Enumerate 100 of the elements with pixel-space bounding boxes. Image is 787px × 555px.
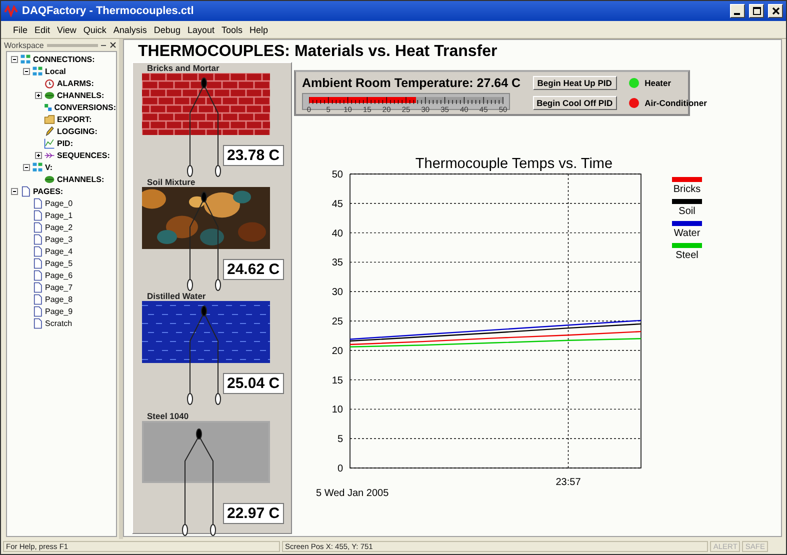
tree-item[interactable]: CONVERSIONS: <box>54 102 116 112</box>
legend-label: Bricks <box>673 184 701 195</box>
page-icon <box>32 246 43 256</box>
tree-item[interactable]: ALARMS: <box>57 78 94 88</box>
tree-item[interactable]: CHANNELS: <box>57 174 104 184</box>
squares-icon <box>44 102 52 112</box>
temperature-readout: 25.04 C <box>223 373 284 394</box>
tree-item[interactable]: LOGGING: <box>57 126 98 136</box>
close-button[interactable] <box>768 4 783 18</box>
menu-item[interactable]: Edit <box>34 24 50 34</box>
menu-item[interactable]: Analysis <box>113 24 147 34</box>
tree-item[interactable]: Page_4 <box>45 246 73 256</box>
close-icon[interactable] <box>110 42 116 48</box>
material-label: Bricks and Mortar <box>147 64 220 73</box>
legend-swatch <box>672 177 702 182</box>
maximize-icon <box>752 7 760 15</box>
ambient-temperature-label: Ambient Room Temperature: 27.64 C <box>302 76 521 90</box>
window-title: DAQFactory - Thermocouples.ctl <box>22 5 195 17</box>
tree-item[interactable]: Local <box>45 66 66 76</box>
tree-item[interactable]: CONNECTIONS: <box>33 54 95 64</box>
axis-tick-label: 40 <box>332 228 343 240</box>
legend-swatch <box>672 243 702 248</box>
date-label: 5 Wed Jan 2005 <box>316 488 389 499</box>
page-icon <box>32 282 43 292</box>
expand-toggle[interactable] <box>35 152 42 158</box>
chart-title: Thermocouple Temps vs. Time <box>415 156 613 172</box>
network-icon <box>32 162 43 172</box>
tree-item[interactable]: Scratch <box>45 318 72 328</box>
page-icon <box>32 258 43 268</box>
page-icon <box>32 270 43 280</box>
network-icon <box>32 66 43 76</box>
leaf-icon <box>44 174 55 184</box>
tree-item[interactable]: Page_2 <box>45 222 73 232</box>
menu-item[interactable]: Layout <box>187 24 214 34</box>
menu-item[interactable]: Quick <box>83 24 106 34</box>
temperature-readout: 23.78 C <box>223 145 284 166</box>
page-icon <box>32 294 43 304</box>
close-icon <box>772 7 780 15</box>
tree-item[interactable]: SEQUENCES: <box>57 150 110 160</box>
axis-tick-label: 5 <box>337 434 343 446</box>
expand-toggle[interactable] <box>35 92 42 98</box>
leaf-icon <box>44 90 55 100</box>
collapse-toggle[interactable] <box>23 68 30 74</box>
axis-tick-label: 30 <box>332 287 343 298</box>
axis-tick-label: 25 <box>332 316 343 328</box>
alarm-clock-icon <box>44 78 55 88</box>
tree-item[interactable]: CHANNELS: <box>57 90 104 100</box>
tree-item[interactable]: Page_1 <box>45 210 73 220</box>
temperature-readout: 22.97 C <box>223 503 284 524</box>
indicator-label: Air-Conditioner <box>644 98 707 108</box>
page-icon <box>32 198 43 208</box>
tree-item[interactable]: V: <box>45 162 53 172</box>
pencil-icon <box>44 126 55 136</box>
axis-tick-label: 10 <box>332 404 343 416</box>
material-label: Steel 1040 <box>147 412 190 421</box>
menu-item[interactable]: View <box>57 24 76 34</box>
tree-item[interactable]: Page_6 <box>45 270 73 280</box>
graph-icon <box>44 138 55 148</box>
folder-icon <box>44 114 55 124</box>
axis-tick-label: 50 <box>332 170 343 180</box>
page-icon <box>32 234 43 244</box>
tree-item[interactable]: Page_7 <box>45 282 73 292</box>
maximize-button[interactable] <box>749 4 764 18</box>
minimize-button[interactable] <box>730 4 745 18</box>
page-icon <box>32 210 43 220</box>
page-icon <box>32 222 43 232</box>
menu-item[interactable]: Tools <box>221 24 242 34</box>
collapse-toggle[interactable] <box>23 164 30 170</box>
menu-item[interactable]: Debug <box>154 24 180 34</box>
tree-item[interactable]: PID: <box>57 138 73 148</box>
menu-item[interactable]: File <box>13 24 28 34</box>
material-label: Distilled Water <box>147 292 207 301</box>
minimize-icon[interactable] <box>101 42 107 48</box>
tree-item[interactable]: Page_8 <box>45 294 73 304</box>
pid-button[interactable]: Begin Heat Up PID <box>532 76 617 90</box>
temperature-readout: 24.62 C <box>223 259 284 280</box>
axis-tick-label: 20 <box>332 346 343 357</box>
tree-item[interactable]: Page_3 <box>45 234 73 244</box>
indicator-label: Heater <box>644 78 672 88</box>
tree-item[interactable]: Page_5 <box>45 258 73 268</box>
network-icon <box>20 54 31 64</box>
app-logo-icon <box>4 5 18 17</box>
tree-item[interactable]: PAGES: <box>33 186 64 196</box>
pid-button[interactable]: Begin Cool Off PID <box>532 96 617 110</box>
time-label: 23:57 <box>556 477 581 488</box>
menu-item[interactable]: Help <box>250 24 268 34</box>
legend-label: Soil <box>678 206 696 217</box>
axis-tick-label: 35 <box>332 258 343 269</box>
legend-swatch <box>672 199 702 204</box>
collapse-toggle[interactable] <box>11 188 18 194</box>
axis-tick-label: 0 <box>337 464 343 474</box>
page-title: THERMOCOUPLES: Materials vs. Heat Transfer <box>138 43 498 62</box>
collapse-toggle[interactable] <box>11 56 18 62</box>
axis-tick-label: 45 <box>332 198 343 210</box>
page-icon <box>32 318 43 328</box>
axis-tick-label: 15 <box>332 375 343 386</box>
tree-item[interactable]: Page_0 <box>45 198 73 208</box>
legend-label: Water <box>674 228 700 239</box>
tree-item[interactable]: EXPORT: <box>57 114 92 124</box>
tree-item[interactable]: Page_9 <box>45 306 73 316</box>
